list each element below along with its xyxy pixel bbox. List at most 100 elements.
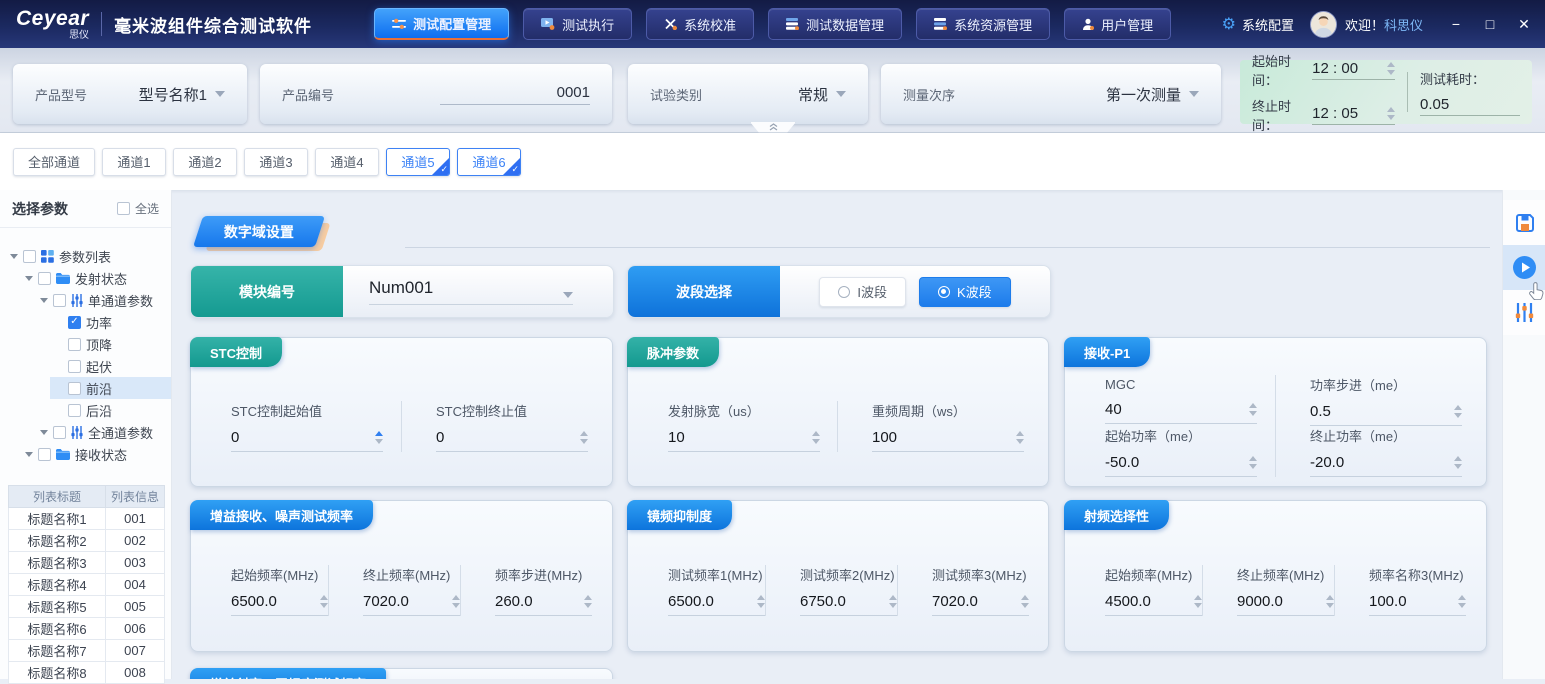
nav-tab-4[interactable]: 系统资源管理: [916, 8, 1050, 40]
field-stepper[interactable]: [1021, 595, 1029, 608]
nav-tab-3[interactable]: 测试数据管理: [768, 8, 902, 40]
system-config-button[interactable]: ⚙ 系统配置: [1222, 14, 1294, 34]
field-input[interactable]: -20.0: [1310, 454, 1462, 477]
start-time-value[interactable]: 12 : 00: [1312, 60, 1358, 77]
field-stepper[interactable]: [452, 595, 460, 608]
field-stepper[interactable]: [812, 431, 820, 444]
field-stepper[interactable]: [1249, 403, 1257, 416]
nav-tab-1[interactable]: 测试执行: [523, 8, 632, 40]
save-button[interactable]: [1503, 200, 1545, 245]
tree-item-7[interactable]: 后沿: [0, 399, 171, 421]
tree-checkbox[interactable]: [68, 360, 81, 373]
field-stepper[interactable]: [1016, 431, 1024, 444]
table-row[interactable]: 标题名称6006: [9, 618, 165, 640]
field-input[interactable]: 0: [436, 429, 588, 452]
table-row[interactable]: 标题名称1001: [9, 508, 165, 530]
field-input[interactable]: 6500.0: [231, 593, 328, 616]
tree-checkbox[interactable]: [53, 426, 66, 439]
tree-item-9[interactable]: 接收状态: [0, 443, 171, 465]
tree-checkbox[interactable]: [38, 272, 51, 285]
tree-expander-icon[interactable]: [40, 430, 48, 435]
channel-tab-6[interactable]: 通道6✓: [457, 148, 521, 176]
band-option-0[interactable]: I波段: [819, 277, 906, 307]
tree-expander-icon[interactable]: [40, 298, 48, 303]
nav-tab-2[interactable]: 系统校准: [646, 8, 754, 40]
tree-expander-icon[interactable]: [25, 276, 33, 281]
tree-checkbox[interactable]: [68, 382, 81, 395]
end-time-value[interactable]: 12 : 05: [1312, 105, 1358, 122]
table-row[interactable]: 标题名称2002: [9, 530, 165, 552]
select-all-checkbox[interactable]: 全选: [117, 200, 159, 217]
table-row[interactable]: 标题名称8008: [9, 662, 165, 684]
tree-checkbox[interactable]: [23, 250, 36, 263]
channel-tab-3[interactable]: 通道3✓: [244, 148, 308, 176]
product-model-select[interactable]: 型号名称1: [139, 84, 225, 105]
field-input[interactable]: 100.0: [1369, 593, 1466, 616]
tree-checkbox[interactable]: [68, 404, 81, 417]
tree-checkbox[interactable]: [38, 448, 51, 461]
field-input[interactable]: 9000.0: [1237, 593, 1334, 616]
avatar[interactable]: [1310, 11, 1337, 38]
field-stepper[interactable]: [1454, 405, 1462, 418]
field-stepper[interactable]: [320, 595, 328, 608]
field-input[interactable]: 10: [668, 429, 820, 452]
field-stepper[interactable]: [1194, 595, 1202, 608]
field-stepper[interactable]: [580, 431, 588, 444]
field-stepper[interactable]: [1454, 456, 1462, 469]
tree-item-8[interactable]: 全通道参数: [0, 421, 171, 443]
tree-checkbox[interactable]: ✓: [68, 316, 81, 329]
product-number-input[interactable]: 0001: [440, 84, 590, 105]
test-category-select[interactable]: 常规: [798, 84, 846, 105]
field-input[interactable]: 0: [231, 429, 383, 452]
tree-checkbox[interactable]: [68, 338, 81, 351]
field-stepper[interactable]: [757, 595, 765, 608]
start-time-stepper[interactable]: [1387, 62, 1395, 75]
field-input[interactable]: 6500.0: [668, 593, 765, 616]
minimize-button[interactable]: −: [1449, 16, 1463, 32]
field-stepper[interactable]: [1458, 595, 1466, 608]
table-row[interactable]: 标题名称3003: [9, 552, 165, 574]
field-stepper[interactable]: [1326, 595, 1334, 608]
tree-item-6[interactable]: 前沿: [0, 377, 171, 399]
tree-item-2[interactable]: 单通道参数: [0, 289, 171, 311]
nav-tab-0[interactable]: 测试配置管理: [374, 8, 509, 40]
field-input[interactable]: 100: [872, 429, 1024, 452]
field-stepper[interactable]: [889, 595, 897, 608]
tree-item-1[interactable]: 发射状态: [0, 267, 171, 289]
module-number-select[interactable]: Num001: [369, 278, 573, 305]
table-row[interactable]: 标题名称4004: [9, 574, 165, 596]
tree-item-4[interactable]: 顶降: [0, 333, 171, 355]
field-input[interactable]: 4500.0: [1105, 593, 1202, 616]
channel-tab-5[interactable]: 通道5✓: [386, 148, 450, 176]
field-input[interactable]: 40: [1105, 401, 1257, 424]
maximize-button[interactable]: □: [1483, 16, 1497, 32]
field-input[interactable]: -50.0: [1105, 454, 1257, 477]
field-stepper[interactable]: [1249, 456, 1257, 469]
nav-tab-5[interactable]: 用户管理: [1064, 8, 1171, 40]
table-row[interactable]: 标题名称5005: [9, 596, 165, 618]
channel-tab-1[interactable]: 通道1✓: [102, 148, 166, 176]
close-button[interactable]: ✕: [1517, 16, 1531, 33]
field-stepper[interactable]: [584, 595, 592, 608]
channel-tab-2[interactable]: 通道2✓: [173, 148, 237, 176]
channel-tab-4[interactable]: 通道4✓: [315, 148, 379, 176]
field-input[interactable]: 7020.0: [363, 593, 460, 616]
field-stepper[interactable]: [375, 431, 383, 444]
tree-expander-icon[interactable]: [25, 452, 33, 457]
field-input[interactable]: 260.0: [495, 593, 592, 616]
tree-checkbox[interactable]: [53, 294, 66, 307]
field-input[interactable]: 0.5: [1310, 403, 1462, 426]
collapse-filters-button[interactable]: [750, 122, 796, 133]
band-option-1[interactable]: K波段: [919, 277, 1011, 307]
table-row[interactable]: 标题名称7007: [9, 640, 165, 662]
run-button[interactable]: [1503, 245, 1545, 290]
field-input[interactable]: 6750.0: [800, 593, 897, 616]
channel-tab-0[interactable]: 全部通道✓: [13, 148, 95, 176]
end-time-stepper[interactable]: [1387, 107, 1395, 120]
measure-order-select[interactable]: 第一次测量: [1106, 84, 1199, 105]
tree-item-0[interactable]: 参数列表: [0, 245, 171, 267]
tree-expander-icon[interactable]: [10, 254, 18, 259]
tree-item-3[interactable]: ✓功率: [0, 311, 171, 333]
field-input[interactable]: 7020.0: [932, 593, 1029, 616]
tree-item-5[interactable]: 起伏: [0, 355, 171, 377]
